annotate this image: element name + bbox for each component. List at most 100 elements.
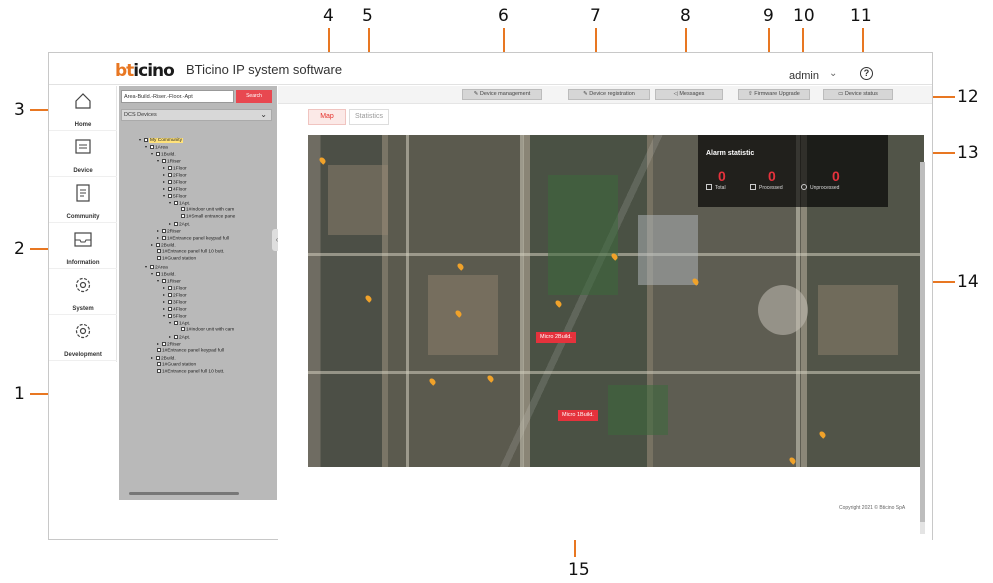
alarm-unprocessed-count: 0 (832, 168, 840, 184)
device-tree-panel: Search DCS Devices ⌄ ▾My Community ▾1Are… (119, 86, 277, 500)
map-street (308, 371, 924, 374)
chevron-down-icon[interactable]: ⌄ (829, 68, 837, 79)
app-title: BTicino IP system software (186, 62, 343, 77)
alarm-statistic-panel: Alarm statistic 0 Total 0 Processed 0 Un… (698, 135, 888, 207)
map-block (638, 215, 698, 285)
search-button[interactable]: Search (236, 90, 272, 103)
tree-node[interactable]: 1#Indoor unit with cam (181, 207, 234, 213)
tree-node[interactable]: 1#Small entrance pane (181, 214, 235, 220)
callout-5: 5 (362, 6, 373, 26)
callout-10: 10 (793, 6, 815, 26)
nav-label: Information (66, 260, 100, 266)
tree-node[interactable]: ▸ 2Apt. (169, 221, 190, 227)
annotated-screenshot: 4 5 6 7 8 9 10 11 12 13 14 15 3 2 1 btic… (0, 0, 993, 583)
device-registration-button[interactable]: ✎ Device registration (568, 89, 650, 100)
tree-node[interactable]: ▸ 3Floor (163, 179, 187, 185)
document-icon (76, 184, 90, 202)
map-block (818, 285, 898, 355)
tree-node[interactable]: 1#Guard station (157, 362, 196, 368)
map-pin-icon[interactable] (818, 430, 827, 439)
tree-node[interactable]: 1#Entrance panel keypad full (157, 348, 224, 354)
map-pin-icon[interactable] (364, 294, 373, 303)
messages-button[interactable]: ◁ Messages (655, 89, 723, 100)
tree-node[interactable]: ▸ 2Apt. (169, 334, 190, 340)
user-menu[interactable]: admin (789, 70, 819, 82)
tree-node[interactable]: ▸ 1Floor (163, 285, 187, 291)
alarm-processed-label: Processed (759, 185, 783, 191)
nav-item-development[interactable]: Development (49, 316, 117, 361)
tree-node[interactable]: ▸ 1Floor (163, 165, 187, 171)
callout-11: 11 (850, 6, 872, 26)
bar-chart-icon (706, 184, 712, 190)
gear-icon (75, 277, 91, 293)
tree-node[interactable]: ▾ 1Build. (151, 151, 176, 157)
tree-node[interactable]: ▾ 1Area (145, 144, 168, 150)
tree-node[interactable]: 1#Guard station (157, 256, 196, 262)
nav-item-system[interactable]: System (49, 270, 117, 315)
callout-4: 4 (323, 6, 334, 26)
vertical-scrollbar[interactable] (920, 162, 925, 534)
alarm-unprocessed-label: Unprocessed (810, 185, 840, 191)
tree-node[interactable]: 1#Entrance panel full 10 butt. (157, 369, 224, 375)
device-status-button[interactable]: ▭ Device status (823, 89, 893, 100)
callout-8: 8 (680, 6, 691, 26)
device-management-button[interactable]: ✎ Device management (462, 89, 542, 100)
callout-12: 12 (957, 87, 979, 107)
nav-item-home[interactable]: Home (49, 86, 117, 131)
tree-node[interactable]: 1#Entrance panel full 10 butt. (157, 249, 224, 255)
toolbar: ✎ Device management ✎ Device registratio… (278, 86, 932, 104)
tree-node[interactable]: ▾ 1Riser (157, 158, 181, 164)
firmware-upgrade-button[interactable]: ⇧ Firmware Upgrade (738, 89, 810, 100)
map-pin-icon[interactable] (318, 156, 327, 165)
nav-label: Home (74, 122, 92, 128)
map-building-label[interactable]: Micro 1Build. (558, 410, 598, 421)
scrollbar-thumb[interactable] (920, 162, 925, 522)
tree-node[interactable]: ▸ 2Riser (157, 228, 181, 234)
tree-node[interactable]: ▾ 1Build. (151, 271, 176, 277)
tree-node[interactable]: ▸ 1#Entrance panel keypad full (157, 235, 229, 241)
tree-node[interactable]: ▾ 5Floor (163, 313, 187, 319)
map-building-label[interactable]: Micro 2Build. (536, 332, 576, 343)
tree-node[interactable]: ▾ 1Apt. (169, 320, 190, 326)
tree-node[interactable]: ▸ 4Floor (163, 306, 187, 312)
map-block (328, 165, 388, 235)
tree-node[interactable]: ▸ 2Floor (163, 172, 187, 178)
map-pin-icon[interactable] (428, 377, 437, 386)
chevron-down-icon: ⌄ (260, 110, 267, 119)
nav-item-device[interactable]: Device (49, 132, 117, 177)
map-pin-icon[interactable] (456, 262, 465, 271)
alarm-title: Alarm statistic (706, 150, 755, 157)
map-street (406, 135, 409, 467)
nav-label: System (72, 306, 94, 312)
app-window: bticino BTicino IP system software admin… (48, 52, 933, 540)
tab-map[interactable]: Map (308, 109, 346, 125)
tree-node[interactable]: ▾ My Community (139, 137, 183, 144)
tree-node[interactable]: ▸ 2Floor (163, 292, 187, 298)
map-block (428, 275, 498, 355)
nav-item-information[interactable]: Information (49, 224, 117, 269)
tree-node[interactable]: ▸ 2Build. (151, 355, 176, 361)
search-input[interactable] (121, 90, 234, 103)
inbox-icon (74, 232, 92, 247)
tree-node[interactable]: ▾ 1Riser (157, 278, 181, 284)
nav-item-community[interactable]: Community (49, 178, 117, 223)
tree-node[interactable]: ▸ 2Build. (151, 242, 176, 248)
device-type-select[interactable]: DCS Devices ⌄ (121, 109, 272, 121)
help-button[interactable]: ? (860, 67, 873, 80)
tree-node[interactable]: ▸ 2Riser (157, 341, 181, 347)
check-icon (750, 184, 756, 190)
satellite-map[interactable]: Micro 2Build. Micro 1Build. Alarm statis… (308, 135, 924, 467)
tree-node[interactable]: ▾ 1Apt. (169, 200, 190, 206)
callout-3: 3 (14, 100, 25, 120)
clock-icon (801, 184, 807, 190)
tree-node[interactable]: ▾ 5Floor (163, 193, 187, 199)
tree-scrollbar[interactable] (129, 492, 239, 495)
tree-node[interactable]: ▸ 3Floor (163, 299, 187, 305)
map-pin-icon[interactable] (486, 374, 495, 383)
tree-node[interactable]: 1#Indoor unit with cam (181, 327, 234, 333)
tab-statistics[interactable]: Statistics (349, 109, 389, 125)
map-pin-icon[interactable] (554, 299, 563, 308)
tree-node[interactable]: ▾ 2Area (145, 264, 168, 270)
map-park (608, 385, 668, 435)
tree-node[interactable]: ▸ 4Floor (163, 186, 187, 192)
